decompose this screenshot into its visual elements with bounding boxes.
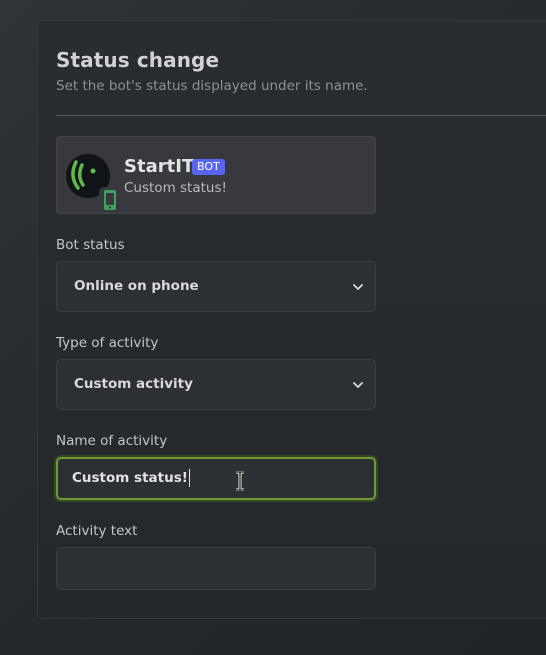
bot-status-text: Custom status! <box>124 180 227 196</box>
bot-status-value: Online on phone <box>74 278 199 294</box>
bot-avatar <box>66 154 121 213</box>
activity-name-input[interactable]: Custom status! <box>56 457 376 500</box>
bot-tag-badge: BOT <box>192 159 225 175</box>
bot-status-select[interactable]: Online on phone <box>56 261 376 312</box>
activity-type-label: Type of activity <box>56 335 159 351</box>
page-title: Status change <box>56 48 220 72</box>
chevron-down-icon <box>353 284 363 290</box>
text-cursor-icon <box>236 471 244 491</box>
activity-text-label: Activity text <box>56 523 138 539</box>
activity-name-label: Name of activity <box>56 433 168 449</box>
bot-status-label: Bot status <box>56 237 125 253</box>
bot-preview-card: StartIT BOT Custom status! <box>56 136 376 214</box>
page-subtitle: Set the bot's status displayed under its… <box>56 78 368 94</box>
chevron-down-icon <box>353 382 363 388</box>
activity-name-value: Custom status! <box>72 470 188 486</box>
divider <box>56 115 546 116</box>
text-caret <box>189 469 190 487</box>
mobile-status-badge <box>99 187 121 213</box>
phone-icon <box>104 190 116 210</box>
activity-type-value: Custom activity <box>74 376 193 392</box>
activity-type-select[interactable]: Custom activity <box>56 359 376 410</box>
activity-text-input[interactable] <box>56 547 376 590</box>
bot-name: StartIT <box>124 156 195 177</box>
